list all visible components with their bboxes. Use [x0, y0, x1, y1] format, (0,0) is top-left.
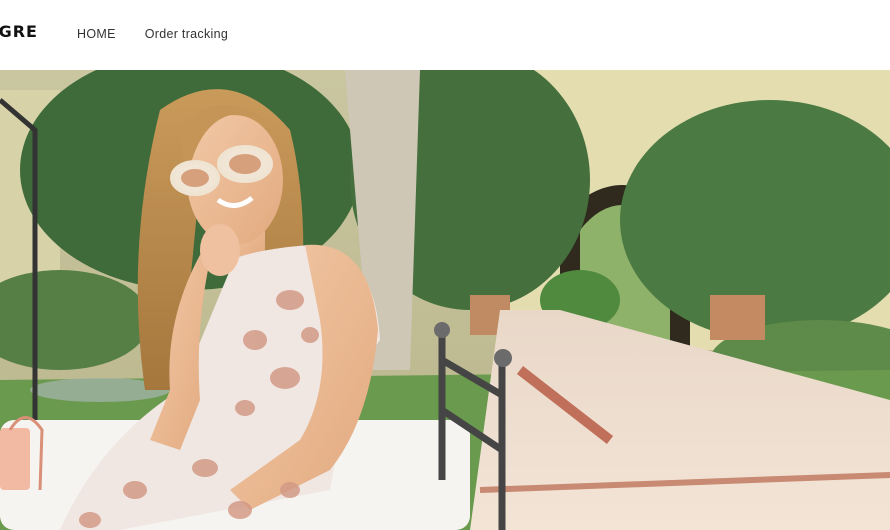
hand — [200, 224, 240, 276]
nav-home-link[interactable]: HOME — [77, 27, 116, 41]
planter-pot — [710, 295, 765, 340]
hero-banner — [0, 70, 890, 530]
site-header: OGRE HOME Order tracking — [0, 0, 890, 70]
frame-finial — [494, 349, 512, 367]
hero-photo — [0, 70, 890, 530]
logo[interactable]: OGRE — [0, 22, 38, 41]
nav-order-tracking-link[interactable]: Order tracking — [145, 27, 228, 41]
handbag — [0, 428, 30, 490]
main-nav: HOME Order tracking — [77, 27, 228, 41]
frame-finial — [434, 322, 450, 338]
